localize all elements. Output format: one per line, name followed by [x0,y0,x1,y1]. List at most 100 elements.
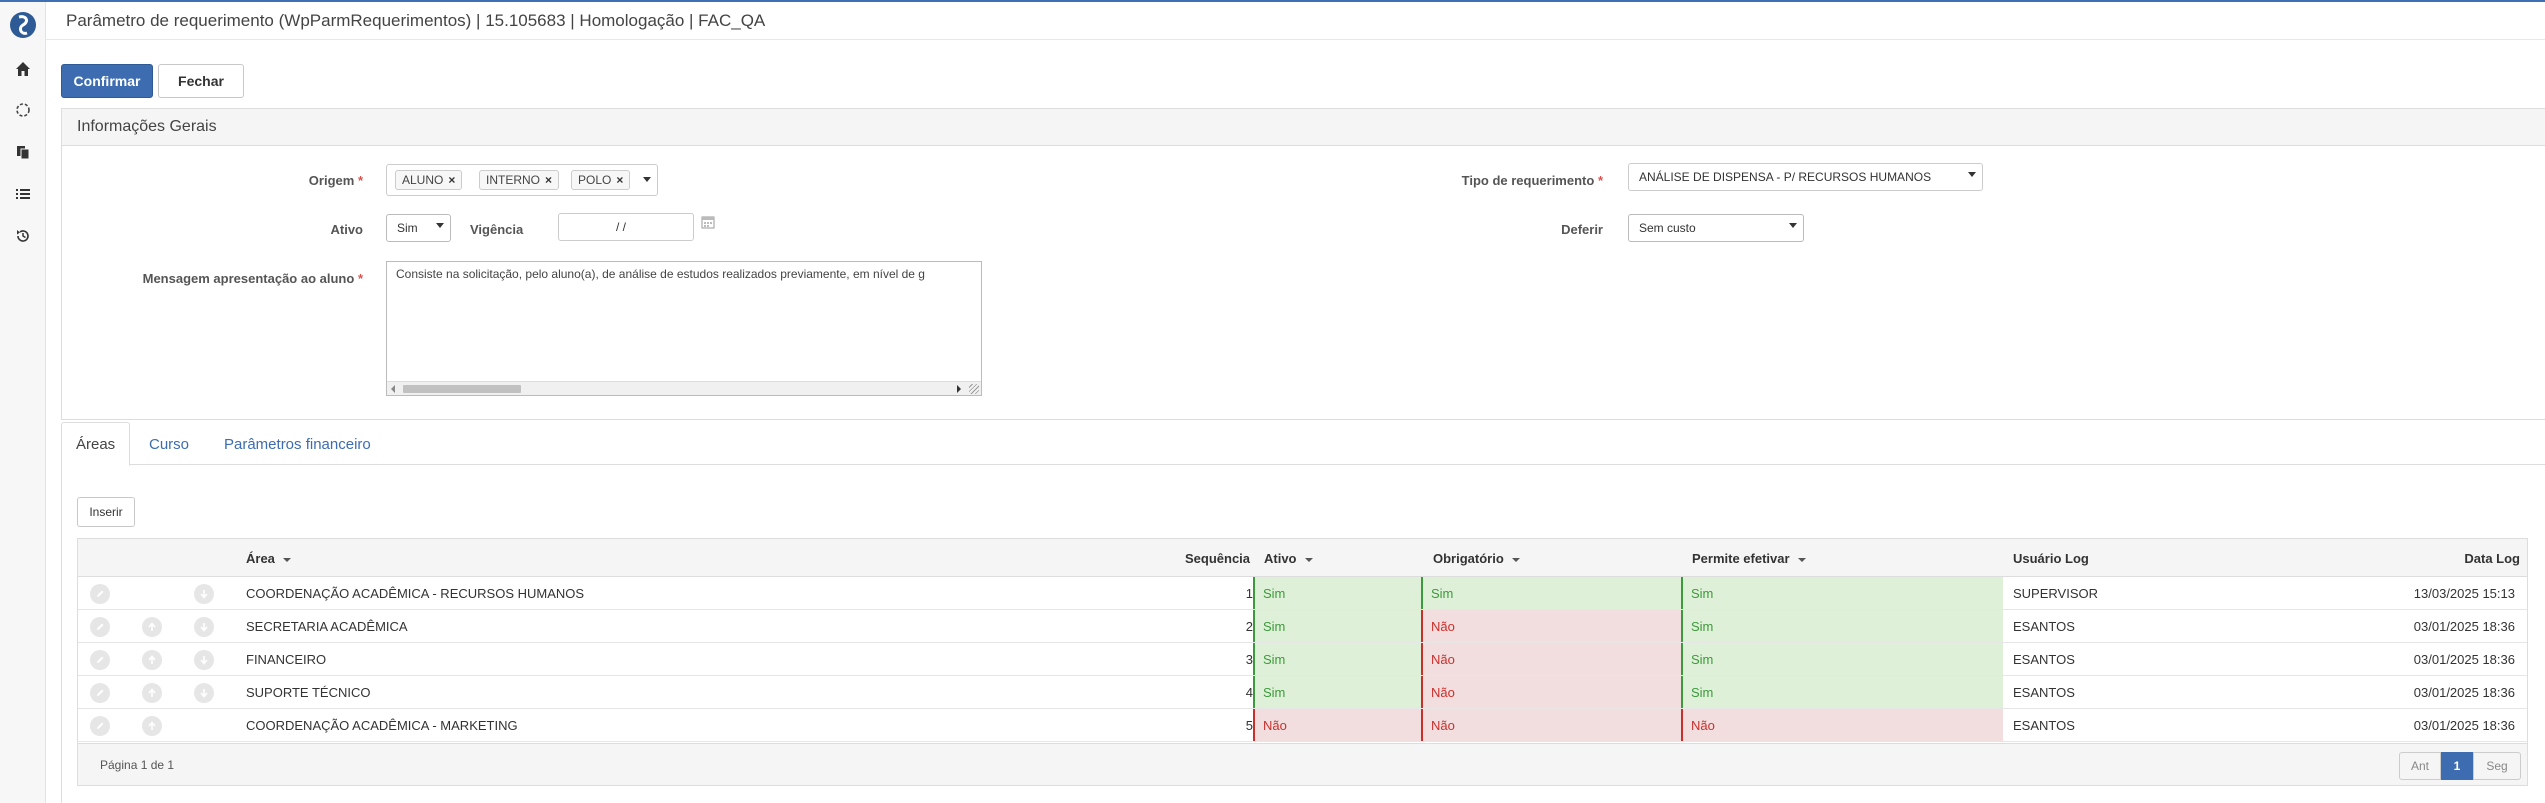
column-permite-efetivar[interactable]: Permite efetivar [1692,551,1806,566]
edit-icon[interactable] [90,650,110,670]
column-obrigatorio[interactable]: Obrigatório [1433,551,1520,566]
deferir-label: Deferir [1561,222,1603,237]
required-marker: * [357,173,363,188]
origem-tag: INTERNO × [479,170,560,190]
sort-caret-icon [1304,557,1313,562]
deferir-value: Sem custo [1639,221,1696,235]
grid-header: Área Sequência Ativo Obrigatório Permite… [78,539,2527,577]
edit-icon[interactable] [90,584,110,604]
cell-sequencia: 4 [1245,684,1253,700]
move-up-icon[interactable] [142,716,162,736]
pagination-prev[interactable]: Ant [2399,752,2441,780]
tab-areas[interactable]: Áreas [61,422,131,466]
vigencia-label: Vigência [470,222,524,237]
cell-permite-efetivar: Sim [1681,676,2003,708]
column-data-log[interactable]: Data Log [2448,551,2520,566]
vigencia-date-input[interactable]: / / [558,213,694,241]
column-area[interactable]: Área [246,551,291,566]
move-down-icon[interactable] [194,683,214,703]
header-label: Obrigatório [1433,551,1504,566]
history-icon[interactable] [11,224,35,248]
pagination-next[interactable]: Seg [2473,752,2521,780]
column-sequencia[interactable]: Sequência [1185,551,1250,566]
tab-parametros-financeiro[interactable]: Parâmetros financeiro [210,422,385,466]
sort-caret-icon [282,557,291,562]
table-row: COORDENAÇÃO ACADÊMICA - RECURSOS HUMANOS… [78,577,2527,610]
tab-bar: Áreas Curso Parâmetros financeiro [61,422,2545,466]
grid-footer: Página 1 de 1 Ant 1 Seg [78,743,2527,785]
tipo-requerimento-label: Tipo de requerimento * [1380,173,1603,188]
edit-icon[interactable] [90,683,110,703]
copy-icon[interactable] [11,140,35,164]
move-up-icon[interactable] [142,650,162,670]
scroll-right-icon[interactable] [957,385,961,393]
calendar-icon[interactable] [701,215,715,229]
cell-obrigatorio: Não [1421,610,1681,642]
move-up-icon[interactable] [142,683,162,703]
home-icon[interactable] [11,57,35,81]
move-up-icon[interactable] [142,617,162,637]
remove-tag-icon[interactable]: × [448,173,455,187]
tipo-requerimento-value: ANÁLISE DE DISPENSA - P/ RECURSOS HUMANO… [1639,170,1932,184]
move-down-icon[interactable] [194,584,214,604]
tag-label: ALUNO [402,173,444,187]
header-label: Permite efetivar [1692,551,1790,566]
ativo-label: Ativo [330,222,364,237]
cell-ativo: Sim [1253,676,1421,708]
cell-data-log: 03/01/2025 18:36 [2413,618,2515,634]
required-marker: * [1597,173,1603,188]
pagination-page-1[interactable]: 1 [2441,752,2473,780]
app-logo-icon[interactable] [8,10,38,40]
cell-ativo: Não [1253,709,1421,741]
cell-data-log: 03/01/2025 18:36 [2413,684,2515,700]
origem-tag: ALUNO × [395,170,463,190]
left-sidebar [0,2,46,803]
cell-data-log: 13/03/2025 15:13 [2413,585,2515,601]
cell-sequencia: 3 [1245,651,1253,667]
ativo-select[interactable]: Sim [386,214,451,242]
tab-curso[interactable]: Curso [135,422,203,466]
column-ativo[interactable]: Ativo [1264,551,1313,566]
origem-label: Origem * [200,173,363,188]
move-down-icon[interactable] [194,617,214,637]
cell-permite-efetivar: Sim [1681,643,2003,675]
cell-usuario-log: SUPERVISOR [2013,585,2099,601]
cell-sequencia: 1 [1245,585,1253,601]
cell-usuario-log: ESANTOS [2013,684,2075,700]
edit-icon[interactable] [90,716,110,736]
header-label: Área [246,551,275,566]
list-icon[interactable] [11,182,35,206]
window-title-bar: Parâmetro de requerimento (WpParmRequeri… [46,2,2545,40]
resize-handle-icon[interactable] [969,384,979,394]
remove-tag-icon[interactable]: × [545,173,552,187]
cell-usuario-log: ESANTOS [2013,618,2075,634]
origem-multiselect[interactable]: ALUNO × INTERNO × POLO × [386,164,658,196]
origem-label-text: Origem [308,173,355,188]
mensagem-textarea[interactable]: Consiste na solicitação, pelo aluno(a), … [386,261,982,396]
close-button[interactable]: Fechar [158,64,244,98]
tipo-requerimento-select[interactable]: ANÁLISE DE DISPENSA - P/ RECURSOS HUMANO… [1628,163,1983,191]
move-down-icon[interactable] [194,650,214,670]
dropdown-caret-icon[interactable] [643,177,651,182]
cell-ativo: Sim [1253,577,1421,609]
loading-icon[interactable] [11,98,35,122]
cell-usuario-log: ESANTOS [2013,717,2075,733]
scrollbar-thumb[interactable] [403,385,521,393]
table-row: SECRETARIA ACADÊMICA 2 Sim Não Sim ESANT… [78,610,2527,643]
horizontal-scrollbar[interactable] [387,381,981,395]
mensagem-value: Consiste na solicitação, pelo aluno(a), … [396,267,925,281]
column-usuario-log[interactable]: Usuário Log [2013,551,2089,566]
deferir-select[interactable]: Sem custo [1628,214,1804,242]
header-label: Ativo [1264,551,1297,566]
scroll-left-icon[interactable] [391,385,395,393]
tipo-label-text: Tipo de requerimento [1461,173,1595,188]
cell-area: COORDENAÇÃO ACADÊMICA - RECURSOS HUMANOS [246,585,585,601]
confirm-button[interactable]: Confirmar [61,64,153,98]
cell-obrigatorio: Sim [1421,577,1681,609]
window-title: Parâmetro de requerimento (WpParmRequeri… [66,11,766,30]
edit-icon[interactable] [90,617,110,637]
panel-header: Informações Gerais [62,109,2545,146]
remove-tag-icon[interactable]: × [616,173,623,187]
origem-tag: POLO × [571,170,631,190]
insert-button[interactable]: Inserir [77,497,135,527]
